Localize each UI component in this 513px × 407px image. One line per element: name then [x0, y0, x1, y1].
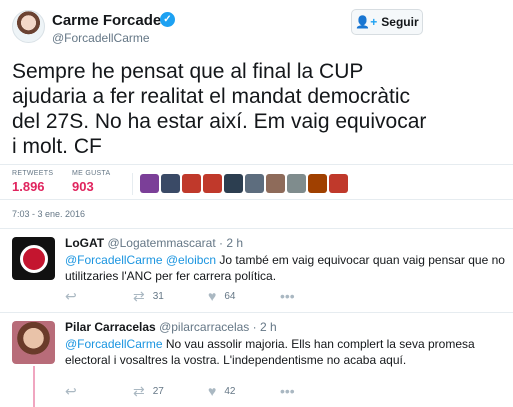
- reply-button[interactable]: ↩: [65, 288, 77, 305]
- reply-author-handle[interactable]: @Logatemmascarat: [107, 236, 215, 250]
- reply-author-handle[interactable]: @pilarcarracelas: [159, 320, 249, 334]
- more-icon: •••: [280, 383, 295, 399]
- heart-icon: ♥: [208, 288, 217, 304]
- retweet-count: 27: [152, 386, 164, 397]
- reply-avatar[interactable]: [12, 237, 55, 280]
- liker-avatar[interactable]: [308, 174, 327, 193]
- reply-mentions[interactable]: @ForcadellCarme: [65, 337, 163, 351]
- thread-line: [33, 366, 35, 407]
- author-name[interactable]: Carme Forcadell: [52, 12, 170, 29]
- like-button[interactable]: ♥ 64: [208, 288, 235, 304]
- like-count: 64: [224, 290, 236, 302]
- retweet-icon: ⇄: [133, 288, 145, 304]
- reply-tweet[interactable]: LoGAT @Logatemmascarat · 2 h @ForcadellC…: [0, 228, 513, 312]
- liker-avatar[interactable]: [182, 174, 201, 193]
- retweet-count: 31: [152, 291, 164, 302]
- retweets-label: RETWEETS: [12, 170, 54, 177]
- liker-avatar[interactable]: [266, 174, 285, 193]
- stats-divider: [132, 173, 133, 195]
- verified-icon: ✓: [160, 12, 175, 27]
- liker-avatar[interactable]: [203, 174, 222, 193]
- retweet-icon: ⇄: [133, 383, 145, 399]
- add-user-icon: 👤+: [355, 15, 378, 29]
- follow-button[interactable]: 👤+ Seguir: [351, 9, 423, 35]
- reply-author-name[interactable]: LoGAT: [65, 236, 104, 250]
- liker-avatar[interactable]: [140, 174, 159, 193]
- reply-tweet[interactable]: Pilar Carracelas @pilarcarracelas · 2 h …: [0, 312, 513, 407]
- retweets-stat[interactable]: RETWEETS 1.896: [12, 170, 53, 194]
- liker-avatar[interactable]: [224, 174, 243, 193]
- tweet-text: Sempre he pensat que al final la CUP aju…: [12, 60, 427, 158]
- like-count: 42: [224, 385, 236, 397]
- author-handle[interactable]: @ForcadellCarme: [52, 31, 150, 45]
- logo-icon: [19, 244, 48, 273]
- reply-time[interactable]: · 2 h: [253, 320, 277, 334]
- main-tweet: Carme Forcadell ✓ @ForcadellCarme 👤+ Seg…: [0, 0, 513, 224]
- reply-text: @ForcadellCarme @eloibcn Jo també em vai…: [65, 252, 505, 284]
- more-button[interactable]: •••: [280, 288, 295, 304]
- liker-avatar[interactable]: [287, 174, 306, 193]
- retweet-button[interactable]: ⇄ 31: [133, 288, 164, 305]
- heart-icon: ♥: [208, 383, 217, 399]
- reply-header: LoGAT @Logatemmascarat · 2 h: [65, 236, 243, 250]
- liker-avatar[interactable]: [161, 174, 180, 193]
- likes-count: 903: [72, 179, 94, 194]
- reply-header: Pilar Carracelas @pilarcarracelas · 2 h: [65, 320, 277, 334]
- reply-button[interactable]: ↩: [65, 383, 77, 400]
- liker-avatar[interactable]: [329, 174, 348, 193]
- reply-avatar[interactable]: [12, 321, 55, 364]
- liker-avatar[interactable]: [245, 174, 264, 193]
- reply-mentions[interactable]: @ForcadellCarme @eloibcn: [65, 253, 216, 267]
- reply-text: @ForcadellCarme No vau assolir majoria. …: [65, 336, 505, 368]
- more-button[interactable]: •••: [280, 383, 295, 399]
- tweet-timestamp[interactable]: 7:03 - 3 ene. 2016: [12, 209, 85, 219]
- likers-avatars: [140, 174, 348, 193]
- reply-time[interactable]: · 2 h: [219, 236, 243, 250]
- likes-stat[interactable]: ME GUSTA 903: [72, 170, 110, 194]
- author-avatar[interactable]: [12, 10, 45, 43]
- reply-icon: ↩: [65, 383, 77, 399]
- tweet-stats: RETWEETS 1.896 ME GUSTA 903: [0, 164, 513, 200]
- reply-author-name[interactable]: Pilar Carracelas: [65, 320, 156, 334]
- likes-label: ME GUSTA: [72, 170, 111, 177]
- follow-label: Seguir: [381, 15, 419, 29]
- like-button[interactable]: ♥ 42: [208, 383, 235, 399]
- reply-icon: ↩: [65, 288, 77, 304]
- retweets-count: 1.896: [12, 179, 45, 194]
- retweet-button[interactable]: ⇄ 27: [133, 383, 164, 400]
- more-icon: •••: [280, 288, 295, 304]
